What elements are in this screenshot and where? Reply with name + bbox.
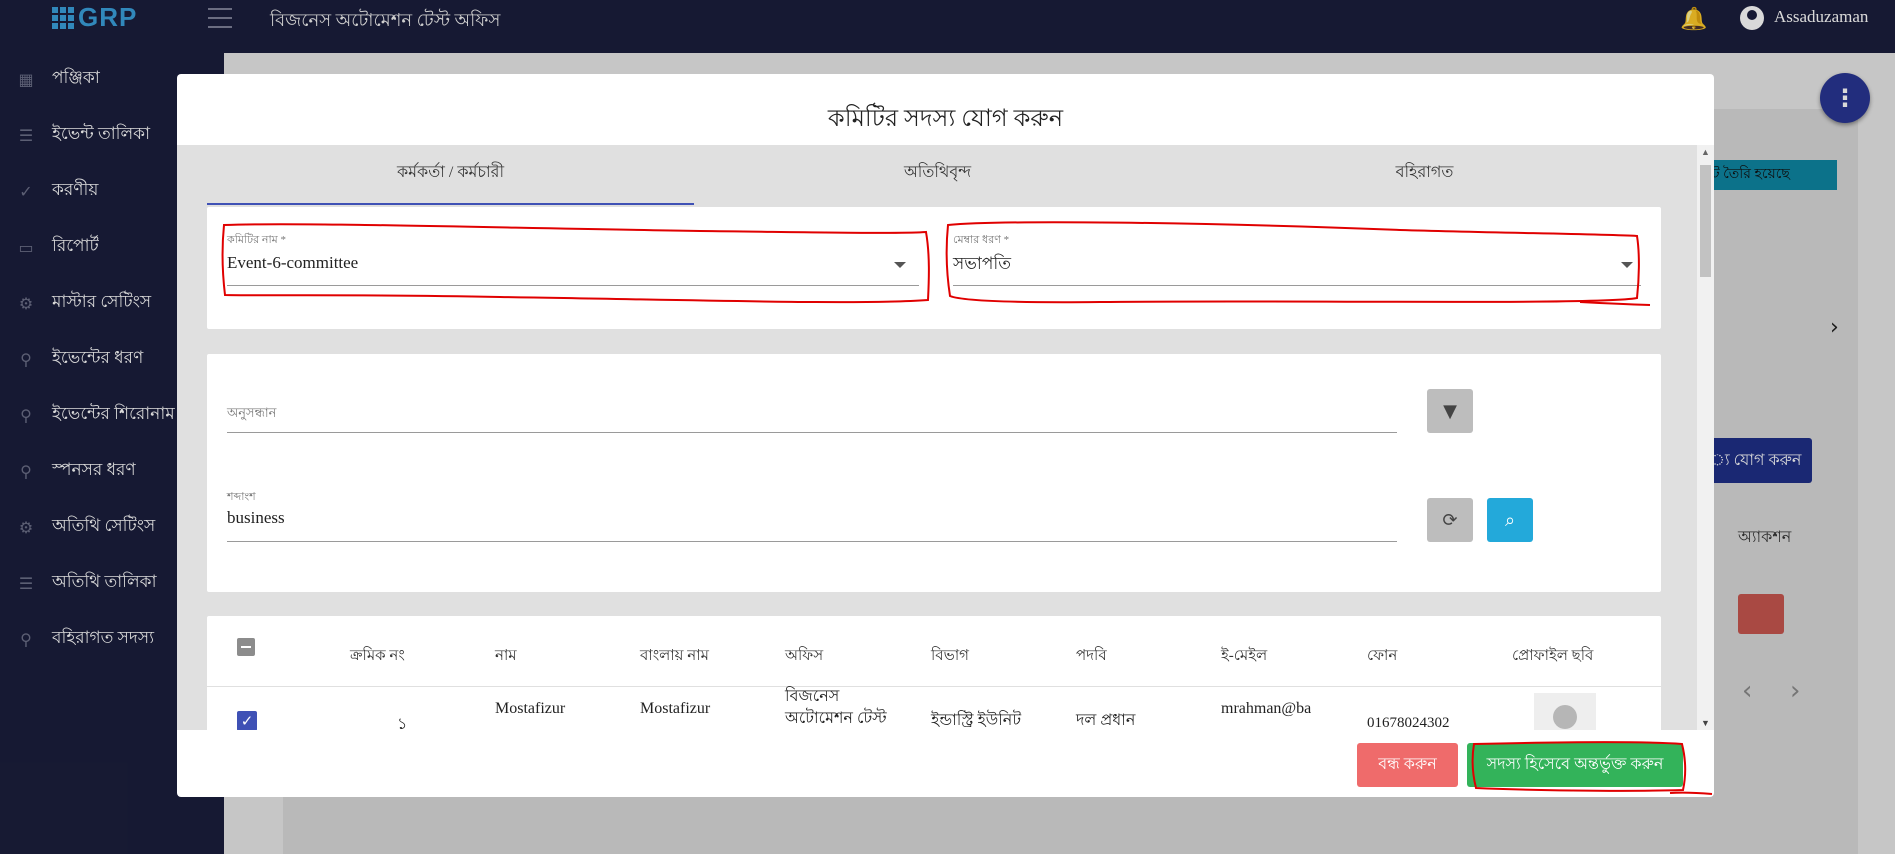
filter-icon[interactable]: ▼: [1427, 389, 1473, 433]
col-header-phone: ফোন: [1367, 648, 1398, 664]
cell-department: ইন্ডাস্ট্রি ইউনিট: [931, 712, 1022, 729]
committee-selection-card: কমিটির নাম * Event-6-committee মেম্বার ধ…: [207, 207, 1661, 329]
row-divider: [207, 686, 1661, 687]
keyword-input[interactable]: business: [227, 508, 285, 528]
modal-body: কর্মকর্তা / কর্মচারী অতিথিবৃন্দ বহিরাগত …: [177, 145, 1697, 730]
member-type-value: সভাপতি: [953, 254, 1011, 273]
dropdown-caret-icon: [1621, 262, 1633, 268]
col-header-bangla-name: বাংলায় নাম: [640, 648, 709, 664]
committee-name-value: Event-6-committee: [227, 253, 359, 272]
col-header-department: বিভাগ: [931, 648, 969, 664]
member-type-label: মেম্বার ধরণ *: [953, 234, 1010, 246]
col-header-designation: পদবি: [1076, 648, 1107, 664]
profile-photo-avatar: [1534, 693, 1596, 730]
dropdown-caret-icon: [894, 262, 906, 268]
col-header-serial: ক্রমিক নং: [350, 648, 405, 664]
keyword-label: শব্দাংশ: [227, 491, 256, 503]
employee-table: ক্রমিক নং নাম বাংলায় নাম অফিস বিভাগ পদব…: [207, 616, 1661, 730]
scroll-down-arrow-icon[interactable]: ▼: [1701, 718, 1710, 728]
cell-name: Mostafizur: [495, 700, 566, 717]
modal-scrollbar[interactable]: ▲ ▼: [1697, 145, 1714, 730]
select-all-checkbox[interactable]: [237, 638, 255, 656]
search-icon[interactable]: ⌕: [1487, 498, 1533, 542]
add-committee-member-modal: কমিটির সদস্য যোগ করুন কর্মকর্তা / কর্মচা…: [177, 74, 1714, 797]
search-card: অনুসন্ধান ▼ শব্দাংশ business ⟳ ⌕: [207, 354, 1661, 592]
committee-name-label: কমিটির নাম *: [227, 234, 287, 246]
col-header-name: নাম: [495, 648, 517, 664]
cell-phone: 01678024302: [1367, 715, 1450, 730]
field-underline: [227, 432, 1397, 433]
field-underline: [227, 285, 919, 286]
col-header-office: অফিস: [785, 648, 824, 664]
cell-bangla-name: Mostafizur: [640, 700, 711, 717]
tab-officer-employee[interactable]: কর্মকর্তা / কর্মচারী: [207, 145, 694, 205]
close-button[interactable]: বন্ধ করুন: [1357, 743, 1458, 787]
add-as-member-button[interactable]: সদস্য হিসেবে অন্তর্ভুক্ত করুন: [1467, 743, 1683, 787]
search-input[interactable]: অনুসন্ধান: [227, 404, 276, 425]
cell-designation: দল প্রধান: [1076, 712, 1136, 729]
col-header-profile-photo: প্রোফাইল ছবি: [1512, 648, 1594, 664]
modal-title: কমিটির সদস্য যোগ করুন: [827, 106, 1064, 132]
tab-guests[interactable]: অতিথিবৃন্দ: [694, 145, 1181, 205]
scroll-up-arrow-icon[interactable]: ▲: [1701, 147, 1710, 157]
tab-external[interactable]: বহিরাগত: [1181, 145, 1668, 205]
col-header-email: ই-মেইল: [1221, 648, 1268, 664]
field-underline: [227, 541, 1397, 542]
member-tabs: কর্মকর্তা / কর্মচারী অতিথিবৃন্দ বহিরাগত: [207, 145, 1667, 205]
cell-office: বিজনেস অটোমেশন টেস্ট: [785, 688, 887, 727]
cell-serial: ১: [397, 716, 408, 730]
field-underline: [953, 285, 1641, 286]
cell-email: mrahman@ba: [1221, 700, 1312, 717]
scroll-thumb[interactable]: [1700, 165, 1711, 277]
row-checkbox[interactable]: ✓: [237, 711, 257, 730]
refresh-icon[interactable]: ⟳: [1427, 498, 1473, 542]
